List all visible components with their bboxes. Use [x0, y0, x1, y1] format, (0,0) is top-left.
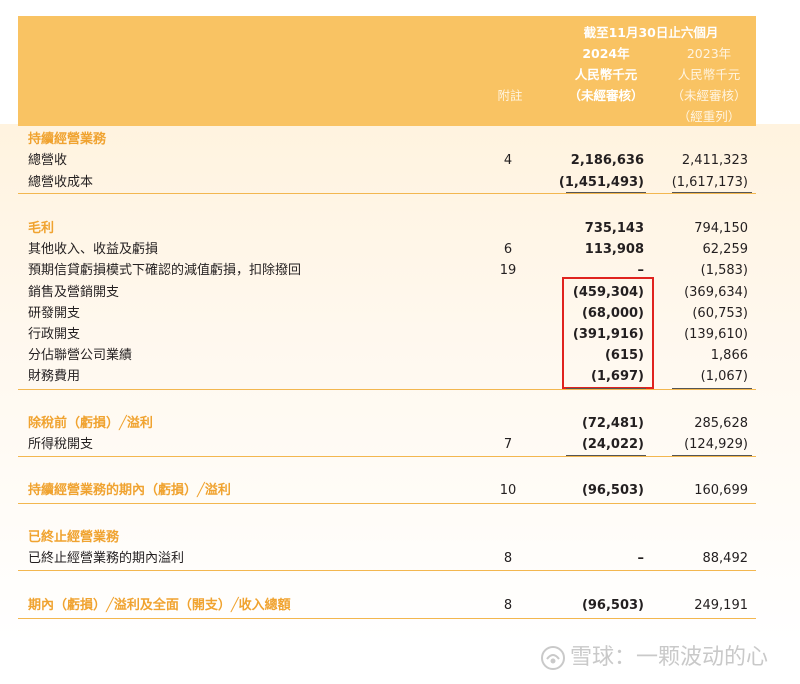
value-2023: 249,191 — [694, 598, 748, 613]
col-2023-unit: 人民幣千元 — [677, 67, 741, 82]
subtotal-underline — [566, 455, 646, 456]
subtotal-underline — [566, 388, 646, 389]
value-2023: (1,583) — [700, 263, 748, 278]
watermark-text: 雪球：一颗波动的心 — [570, 645, 769, 670]
row-label: 持續經營業務的期內（虧損）╱溢利 — [28, 483, 231, 498]
row-label: 總營收成本 — [28, 175, 94, 190]
col-2023-year: 2023年 — [686, 46, 732, 61]
row-label: 研發開支 — [28, 306, 81, 321]
snowball-logo-icon — [541, 646, 565, 670]
table-row: 總營收 4 2,186,636 2,411,323 — [28, 151, 756, 171]
row-label: 總營收 — [28, 153, 68, 168]
table-row: 毛利 735,143 794,150 — [28, 219, 756, 239]
row-note: 4 — [503, 153, 513, 168]
value-2024: (24,022) — [581, 437, 644, 452]
value-2023: (124,929) — [684, 437, 748, 452]
row-note: 6 — [503, 242, 513, 257]
value-2024: (72,481) — [581, 416, 644, 431]
row-label: 其他收入、收益及虧損 — [28, 242, 159, 257]
row-label: 除稅前（虧損）╱溢利 — [28, 416, 153, 431]
value-2023: 794,150 — [694, 221, 748, 236]
value-2023: 1,866 — [710, 348, 748, 363]
divider — [18, 193, 756, 194]
row-label: 行政開支 — [28, 327, 81, 342]
value-2023: 285,628 — [694, 416, 748, 431]
row-label: 毛利 — [28, 221, 55, 236]
value-2024: 113,908 — [584, 242, 644, 257]
subtotal-underline — [672, 455, 752, 456]
value-2023: 62,259 — [702, 242, 749, 257]
table-row: 其他收入、收益及虧損 6 113,908 62,259 — [28, 240, 756, 260]
row-note: 7 — [503, 437, 513, 452]
row-label: 分佔聯營公司業績 — [28, 348, 133, 363]
divider — [18, 503, 756, 504]
table-row: 所得稅開支 7 (24,022) (124,929) — [28, 435, 756, 455]
value-2023: 88,492 — [702, 551, 749, 566]
value-2023: (60,753) — [692, 306, 748, 321]
value-2023: 2,411,323 — [681, 153, 748, 168]
row-label: 銷售及營銷開支 — [28, 285, 120, 300]
col-2024-year: 2024年 — [582, 46, 630, 61]
subtotal-underline — [672, 388, 752, 389]
value-2023: (369,634) — [684, 285, 748, 300]
row-label: 已終止經營業務 — [28, 530, 120, 545]
period-heading: 截至11月30日止六個月 — [583, 25, 719, 40]
row-label: 持續經營業務 — [28, 132, 107, 147]
subtotal-underline — [672, 192, 752, 193]
value-2024: 2,186,636 — [570, 153, 644, 168]
subtotal-underline — [566, 192, 646, 193]
value-2024: 735,143 — [584, 221, 644, 236]
row-label: 已終止經營業務的期內溢利 — [28, 551, 185, 566]
row-note: 10 — [499, 483, 517, 498]
value-2023: 160,699 — [694, 483, 748, 498]
table-row: 持續經營業務的期內（虧損）╱溢利 10 (96,503) 160,699 — [28, 481, 756, 501]
col-2024-audit: （未經審核） — [568, 88, 644, 103]
value-2023: (1,067) — [700, 369, 748, 384]
col-2023-audit: （未經審核） — [671, 88, 747, 103]
notes-column-heading: 附註 — [497, 88, 523, 103]
divider — [18, 456, 756, 457]
value-2024: (96,503) — [581, 483, 644, 498]
table-row: 持續經營業務 — [28, 130, 756, 150]
row-label: 預期信貸虧損模式下確認的減值虧損，扣除撥回 — [28, 263, 302, 278]
row-label: 所得稅開支 — [28, 437, 94, 452]
divider — [18, 618, 756, 619]
row-note: 19 — [499, 263, 517, 278]
table-row: 除稅前（虧損）╱溢利 (72,481) 285,628 — [28, 414, 756, 434]
col-2024-unit: 人民幣千元 — [574, 67, 638, 82]
value-2024: (96,503) — [581, 598, 644, 613]
table-row: 已終止經營業務 — [28, 528, 756, 548]
row-label: 財務費用 — [28, 369, 81, 384]
row-label: 期內（虧損）╱溢利及全面（開支）╱收入總額 — [28, 598, 291, 613]
row-note: 8 — [503, 551, 513, 566]
value-2023: (139,610) — [684, 327, 748, 342]
highlight-box — [562, 277, 654, 389]
value-2024: – — [637, 551, 645, 566]
col-2023-restated: （經重列） — [677, 109, 741, 124]
watermark: 雪球：一颗波动的心 — [540, 643, 768, 673]
divider — [18, 389, 756, 390]
divider — [18, 570, 756, 571]
value-2023: (1,617,173) — [671, 175, 748, 190]
row-note: 8 — [503, 598, 513, 613]
value-2024: (1,451,493) — [558, 175, 644, 190]
table-row: 期內（虧損）╱溢利及全面（開支）╱收入總額 8 (96,503) 249,191 — [28, 596, 756, 616]
table-row: 已終止經營業務的期內溢利 8 – 88,492 — [28, 549, 756, 569]
table-row: 總營收成本 (1,451,493) (1,617,173) — [28, 173, 756, 193]
